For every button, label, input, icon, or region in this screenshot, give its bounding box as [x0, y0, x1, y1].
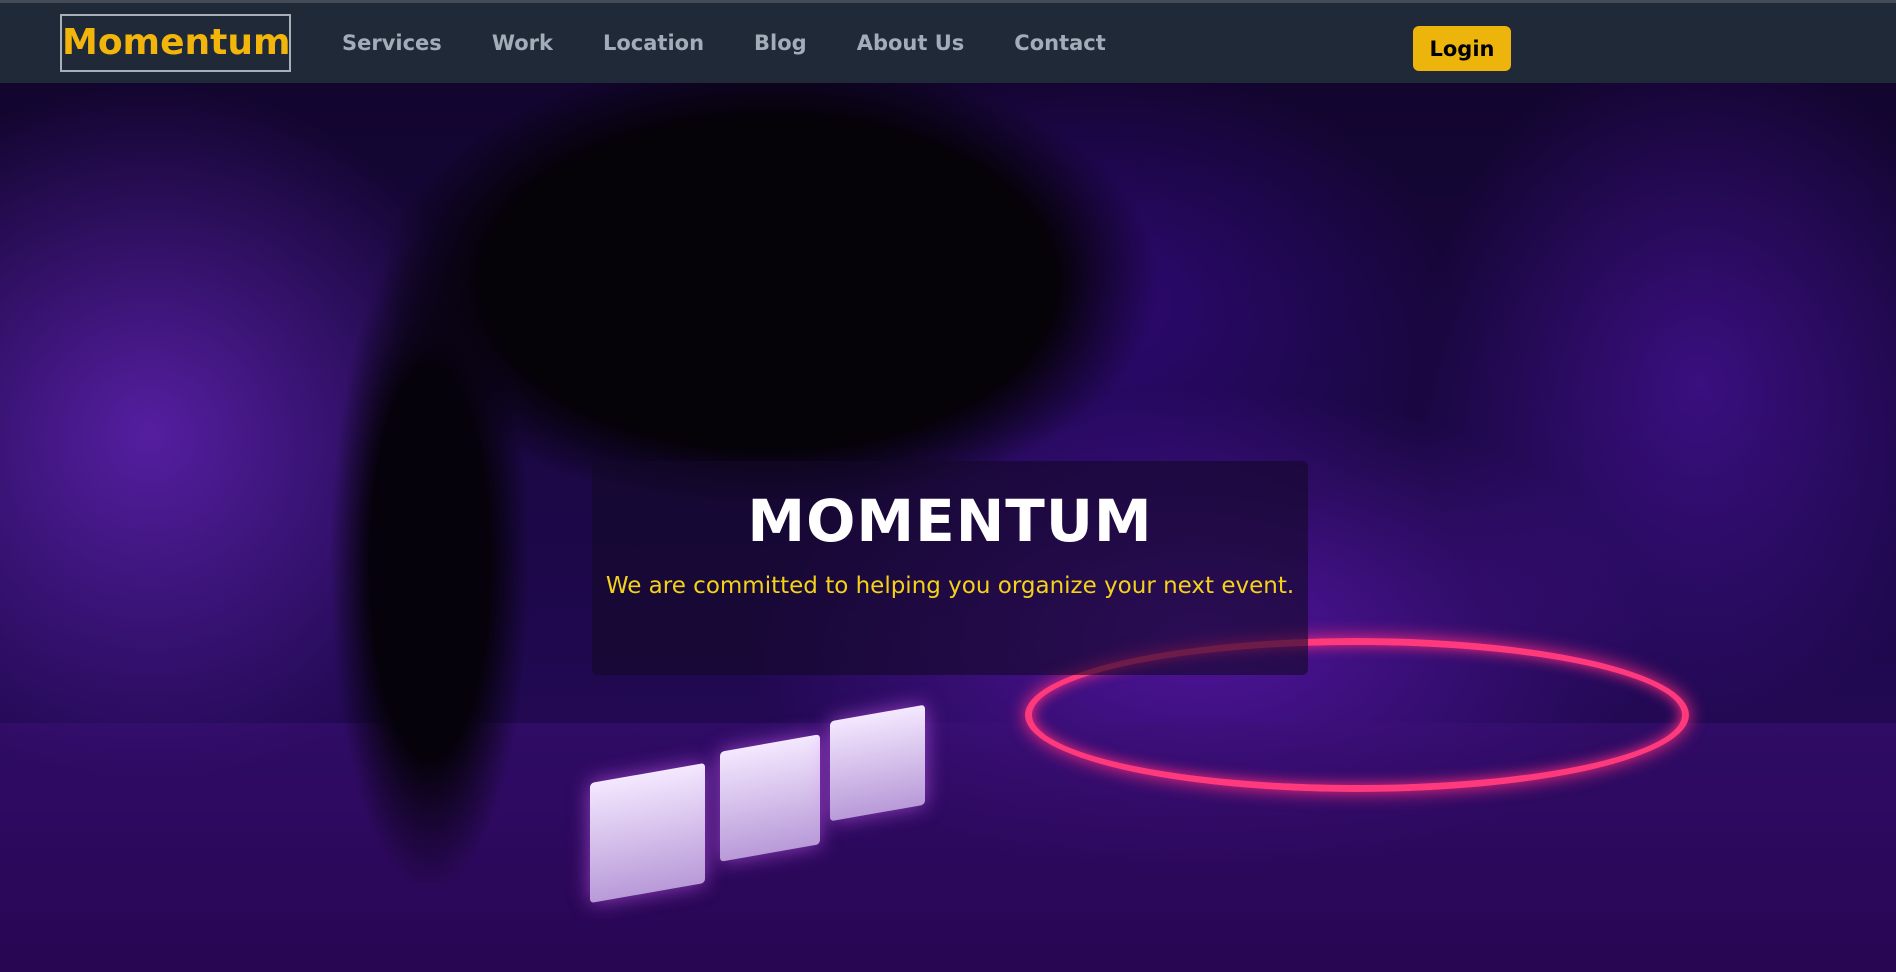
nav-link-blog[interactable]: Blog [754, 31, 807, 55]
fader-knob [590, 762, 705, 904]
logo[interactable]: Momentum [60, 14, 291, 72]
fader-knob [830, 704, 925, 822]
hero-card: MOMENTUM We are committed to helping you… [592, 461, 1308, 675]
nav-link-work[interactable]: Work [492, 31, 553, 55]
hero-title: MOMENTUM [747, 487, 1153, 555]
nav-links: Services Work Location Blog About Us Con… [342, 31, 1156, 55]
login-button[interactable]: Login [1413, 26, 1511, 71]
nav-link-about-us[interactable]: About Us [857, 31, 965, 55]
nav-link-services[interactable]: Services [342, 31, 442, 55]
navbar: Momentum Services Work Location Blog Abo… [0, 3, 1896, 83]
hero-subtitle: We are committed to helping you organize… [605, 573, 1295, 599]
fader-knob [720, 734, 820, 862]
nav-link-contact[interactable]: Contact [1014, 31, 1106, 55]
hero-section: MOMENTUM We are committed to helping you… [0, 83, 1896, 972]
arm-silhouette [330, 233, 530, 883]
nav-link-location[interactable]: Location [603, 31, 704, 55]
